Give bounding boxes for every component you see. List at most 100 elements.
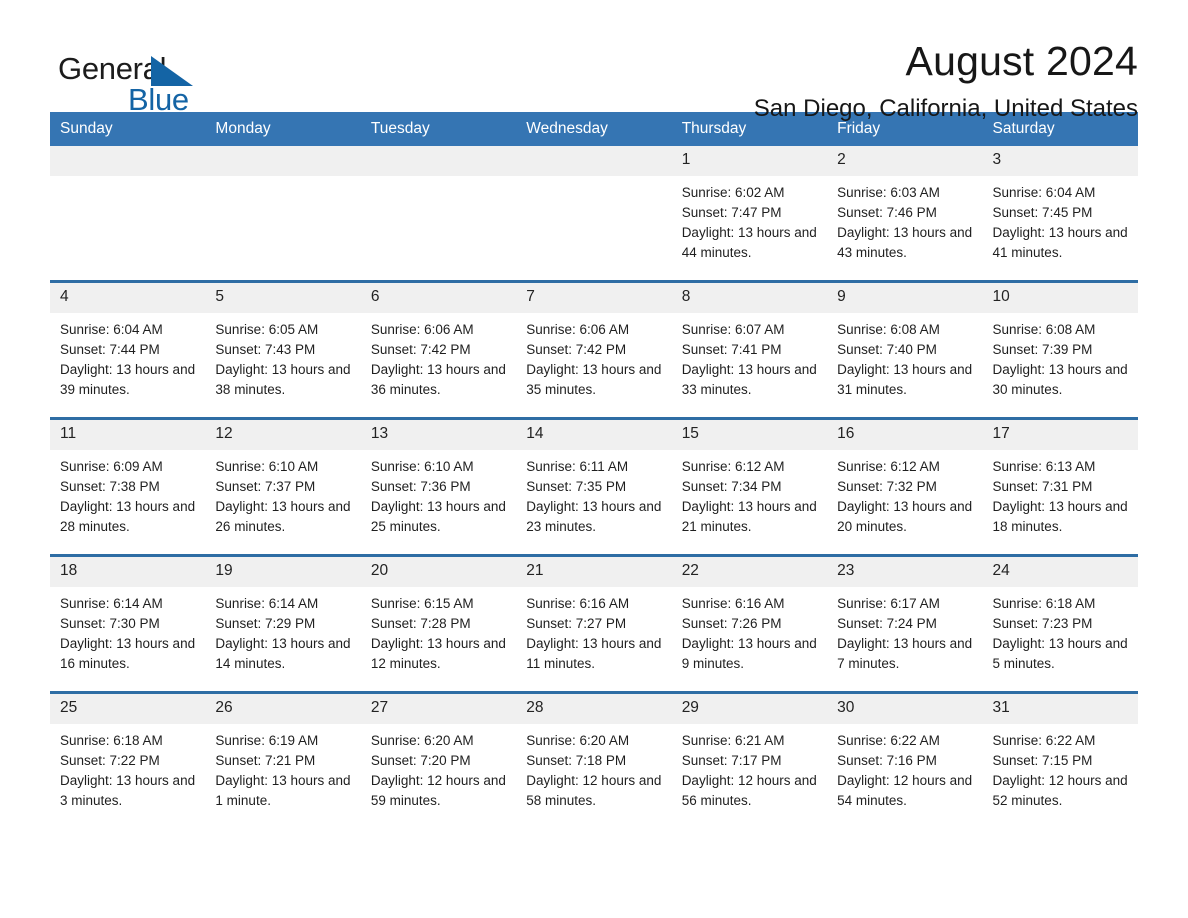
- sunrise-text: Sunrise: 6:15 AM: [370, 596, 474, 612]
- calendar-day-cell[interactable]: 11 Sunrise: 6:09 AM Sunset: 7:38 PM Dayligh…: [50, 417, 206, 556]
- daylight-text: Daylight: 13 hours and 11 minutes.: [526, 636, 662, 672]
- calendar-day-cell[interactable]: 17 Sunrise: 6:13 AM Sunset: 7:31 PM Dayligh…: [982, 417, 1138, 556]
- calendar-day-cell-empty: [205, 146, 361, 282]
- day-details: Sunrise: 6:02 AM Sunset: 7:47 PM Daylight:…: [672, 176, 827, 263]
- daylight-text: Daylight: 13 hours and 26 minutes.: [215, 499, 351, 535]
- calendar-day-cell[interactable]: 15 Sunrise: 6:12 AM Sunset: 7:34 PM Dayligh…: [671, 417, 828, 556]
- calendar-day-cell[interactable]: 3 Sunrise: 6:04 AM Sunset: 7:45 PM Daylight…: [982, 146, 1138, 282]
- sunset-text: Sunset: 7:23 PM: [992, 616, 1093, 632]
- logo-text-blue: Blue: [128, 82, 189, 117]
- daylight-text: Daylight: 13 hours and 9 minutes.: [681, 636, 817, 672]
- calendar-day-cell[interactable]: 13 Sunrise: 6:10 AM Sunset: 7:36 PM Dayligh…: [360, 417, 517, 556]
- daylight-text: Daylight: 13 hours and 23 minutes.: [526, 499, 662, 535]
- calendar-day-cell[interactable]: 25 Sunrise: 6:18 AM Sunset: 7:22 PM Dayligh…: [50, 691, 206, 829]
- weekday-header-tuesday: Tuesday: [360, 112, 517, 147]
- sunset-text: Sunset: 7:44 PM: [60, 342, 160, 358]
- sunset-text: Sunset: 7:40 PM: [837, 342, 937, 358]
- day-number: 10: [982, 283, 1138, 314]
- day-details: Sunrise: 6:09 AM Sunset: 7:38 PM Daylight:…: [50, 450, 205, 537]
- sunrise-text: Sunrise: 6:11 AM: [526, 459, 629, 475]
- calendar-day-cell[interactable]: 29 Sunrise: 6:21 AM Sunset: 7:17 PM Dayligh…: [671, 691, 828, 829]
- daylight-text: Daylight: 13 hours and 1 minute.: [215, 773, 351, 809]
- calendar-day-cell[interactable]: 20 Sunrise: 6:15 AM Sunset: 7:28 PM Dayligh…: [360, 554, 517, 693]
- sunrise-text: Sunrise: 6:10 AM: [370, 459, 474, 475]
- day-number: 31: [982, 694, 1138, 725]
- day-details: Sunrise: 6:16 AM Sunset: 7:27 PM Daylight:…: [516, 587, 671, 674]
- location-subtitle: San Diego, California, United States: [753, 95, 1138, 123]
- calendar-day-cell[interactable]: 27 Sunrise: 6:20 AM Sunset: 7:20 PM Dayligh…: [360, 691, 517, 829]
- sunrise-text: Sunrise: 6:14 AM: [215, 596, 319, 612]
- calendar-day-cell[interactable]: 22 Sunrise: 6:16 AM Sunset: 7:26 PM Dayligh…: [671, 554, 828, 693]
- sunset-text: Sunset: 7:41 PM: [681, 342, 782, 358]
- day-number: 26: [205, 694, 361, 725]
- sunrise-text: Sunrise: 6:16 AM: [526, 596, 630, 612]
- calendar-day-cell[interactable]: 31 Sunrise: 6:22 AM Sunset: 7:15 PM Dayligh…: [982, 691, 1138, 829]
- sunset-text: Sunset: 7:21 PM: [215, 753, 316, 769]
- general-blue-logo: General Blue: [50, 40, 200, 115]
- sunset-text: Sunset: 7:30 PM: [60, 616, 160, 632]
- day-number: 28: [516, 694, 672, 725]
- calendar-day-cell[interactable]: 9 Sunrise: 6:08 AM Sunset: 7:40 PM Daylight…: [827, 280, 983, 419]
- calendar-day-cell[interactable]: 5 Sunrise: 6:05 AM Sunset: 7:43 PM Daylight…: [205, 280, 361, 419]
- daylight-text: Daylight: 13 hours and 16 minutes.: [60, 636, 196, 672]
- sunset-text: Sunset: 7:39 PM: [992, 342, 1093, 358]
- calendar-day-cell[interactable]: 30 Sunrise: 6:22 AM Sunset: 7:16 PM Dayligh…: [827, 691, 983, 829]
- sunrise-text: Sunrise: 6:03 AM: [837, 185, 940, 201]
- sunrise-text: Sunrise: 6:07 AM: [681, 322, 785, 338]
- day-number: 19: [205, 557, 361, 588]
- daylight-text: Daylight: 13 hours and 31 minutes.: [837, 362, 973, 398]
- day-details: Sunrise: 6:12 AM Sunset: 7:34 PM Daylight:…: [672, 450, 827, 537]
- calendar-day-cell[interactable]: 12 Sunrise: 6:10 AM Sunset: 7:37 PM Dayligh…: [205, 417, 361, 556]
- daylight-text: Daylight: 13 hours and 44 minutes.: [681, 225, 817, 261]
- sunrise-text: Sunrise: 6:20 AM: [370, 733, 474, 749]
- calendar-day-cell[interactable]: 2 Sunrise: 6:03 AM Sunset: 7:46 PM Daylight…: [827, 146, 983, 282]
- calendar-day-cell[interactable]: 6 Sunrise: 6:06 AM Sunset: 7:42 PM Daylight…: [360, 280, 517, 419]
- sunset-text: Sunset: 7:27 PM: [526, 616, 627, 632]
- daylight-text: Daylight: 13 hours and 25 minutes.: [370, 499, 506, 535]
- calendar-day-cell[interactable]: 10 Sunrise: 6:08 AM Sunset: 7:39 PM Dayligh…: [982, 280, 1138, 419]
- day-number: 18: [50, 557, 206, 588]
- sunset-text: Sunset: 7:24 PM: [837, 616, 937, 632]
- sunset-text: Sunset: 7:32 PM: [837, 479, 937, 495]
- day-details: Sunrise: 6:14 AM Sunset: 7:30 PM Daylight:…: [50, 587, 205, 674]
- day-number: 7: [516, 283, 672, 314]
- calendar-week-row: 25 Sunrise: 6:18 AM Sunset: 7:22 PM Dayligh…: [50, 691, 1138, 829]
- calendar-day-cell[interactable]: 18 Sunrise: 6:14 AM Sunset: 7:30 PM Dayligh…: [50, 554, 206, 693]
- calendar-day-cell[interactable]: 19 Sunrise: 6:14 AM Sunset: 7:29 PM Dayligh…: [205, 554, 361, 693]
- calendar-day-cell[interactable]: 7 Sunrise: 6:06 AM Sunset: 7:42 PM Daylight…: [516, 280, 672, 419]
- calendar-day-cell[interactable]: 4 Sunrise: 6:04 AM Sunset: 7:44 PM Daylight…: [50, 280, 206, 419]
- calendar-day-cell[interactable]: 8 Sunrise: 6:07 AM Sunset: 7:41 PM Daylight…: [671, 280, 828, 419]
- daylight-text: Daylight: 13 hours and 12 minutes.: [370, 636, 506, 672]
- calendar-day-cell[interactable]: 24 Sunrise: 6:18 AM Sunset: 7:23 PM Dayligh…: [982, 554, 1138, 693]
- calendar-day-cell[interactable]: 21 Sunrise: 6:16 AM Sunset: 7:27 PM Dayligh…: [516, 554, 672, 693]
- calendar-day-cell-empty: [516, 146, 672, 282]
- calendar-day-cell[interactable]: 23 Sunrise: 6:17 AM Sunset: 7:24 PM Dayligh…: [827, 554, 983, 693]
- daylight-text: Daylight: 13 hours and 5 minutes.: [992, 636, 1128, 672]
- sunrise-text: Sunrise: 6:16 AM: [681, 596, 785, 612]
- sunrise-text: Sunrise: 6:18 AM: [60, 733, 163, 749]
- calendar-day-cell[interactable]: 16 Sunrise: 6:12 AM Sunset: 7:32 PM Dayligh…: [827, 417, 983, 556]
- day-details: Sunrise: 6:06 AM Sunset: 7:42 PM Daylight:…: [516, 313, 671, 400]
- sunset-text: Sunset: 7:34 PM: [681, 479, 782, 495]
- calendar-day-cell-empty: [360, 146, 517, 282]
- daylight-text: Daylight: 13 hours and 28 minutes.: [60, 499, 196, 535]
- title-block: August 2024 San Diego, California, Unite…: [753, 39, 1138, 123]
- day-number: 17: [982, 420, 1138, 451]
- sunrise-text: Sunrise: 6:12 AM: [681, 459, 785, 475]
- day-number: [516, 146, 672, 177]
- day-details: Sunrise: 6:03 AM Sunset: 7:46 PM Daylight:…: [827, 176, 982, 263]
- sunset-text: Sunset: 7:26 PM: [681, 616, 782, 632]
- sunrise-text: Sunrise: 6:20 AM: [526, 733, 630, 749]
- calendar-day-cell[interactable]: 26 Sunrise: 6:19 AM Sunset: 7:21 PM Dayligh…: [205, 691, 361, 829]
- day-details: Sunrise: 6:10 AM Sunset: 7:36 PM Daylight:…: [361, 450, 516, 537]
- calendar-day-cell[interactable]: 14 Sunrise: 6:11 AM Sunset: 7:35 PM Dayligh…: [516, 417, 672, 556]
- sunset-text: Sunset: 7:22 PM: [60, 753, 160, 769]
- sunset-text: Sunset: 7:20 PM: [370, 753, 471, 769]
- calendar-day-cell[interactable]: 1 Sunrise: 6:02 AM Sunset: 7:47 PM Daylight…: [671, 146, 828, 282]
- calendar-day-cell[interactable]: 28 Sunrise: 6:20 AM Sunset: 7:18 PM Dayligh…: [516, 691, 672, 829]
- daylight-text: Daylight: 12 hours and 59 minutes.: [370, 773, 506, 809]
- sunset-text: Sunset: 7:28 PM: [370, 616, 471, 632]
- sunrise-text: Sunrise: 6:10 AM: [215, 459, 319, 475]
- sunset-text: Sunset: 7:46 PM: [837, 205, 937, 221]
- daylight-text: Daylight: 13 hours and 38 minutes.: [215, 362, 351, 398]
